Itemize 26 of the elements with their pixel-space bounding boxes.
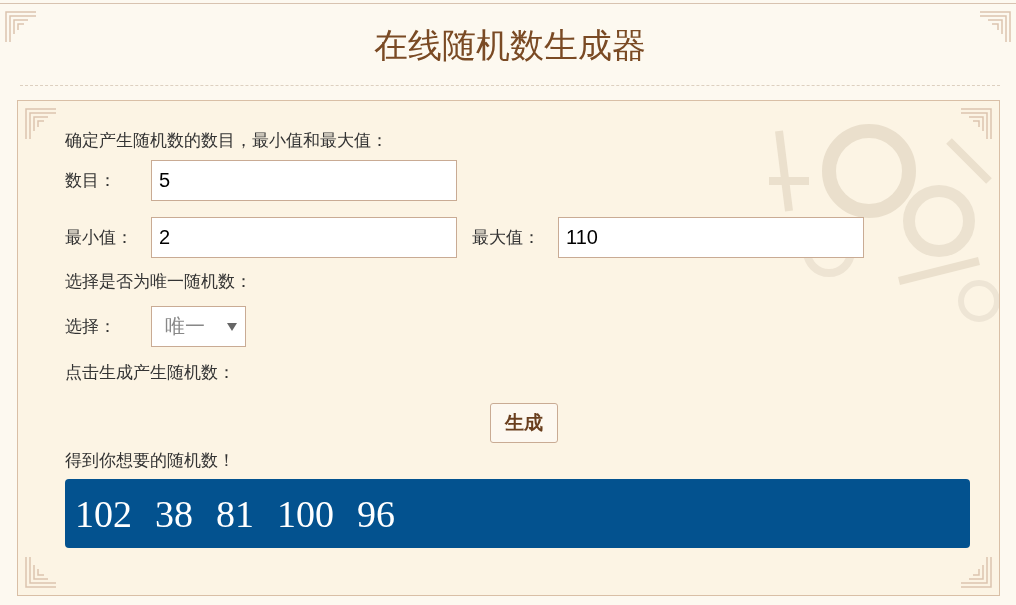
corner-ornament-icon — [24, 555, 58, 589]
field-label: 选择： — [65, 316, 117, 338]
corner-ornament-icon — [959, 107, 993, 141]
instruction-text: 点击生成产生随机数： — [65, 362, 236, 384]
field-label: 最大值： — [472, 227, 541, 249]
corner-ornament-icon — [959, 555, 993, 589]
random-number: 102 — [75, 491, 132, 536]
instruction-text: 选择是否为唯一随机数： — [65, 271, 253, 293]
max-input[interactable]: 110 — [558, 217, 864, 258]
generate-button[interactable]: 生成 — [490, 403, 558, 443]
random-number: 38 — [155, 491, 193, 536]
random-number: 81 — [216, 491, 254, 536]
random-number: 96 — [357, 491, 395, 536]
random-number: 100 — [277, 491, 334, 536]
field-label: 数目： — [65, 170, 117, 192]
page-title: 在线随机数生成器 — [20, 4, 1000, 86]
caret-icon — [227, 322, 237, 331]
min-input[interactable]: 2 — [151, 217, 457, 258]
instruction-text: 得到你想要的随机数！ — [65, 450, 236, 472]
corner-ornament-icon — [24, 107, 58, 141]
field-label: 最小值： — [65, 227, 134, 249]
count-input[interactable]: 5 — [151, 160, 457, 201]
instruction-text: 确定产生随机数的数目，最小值和最大值： — [65, 130, 389, 152]
corner-ornament-icon — [4, 10, 38, 44]
unique-select[interactable]: 唯一 — [151, 306, 246, 347]
corner-ornament-icon — [978, 10, 1012, 44]
